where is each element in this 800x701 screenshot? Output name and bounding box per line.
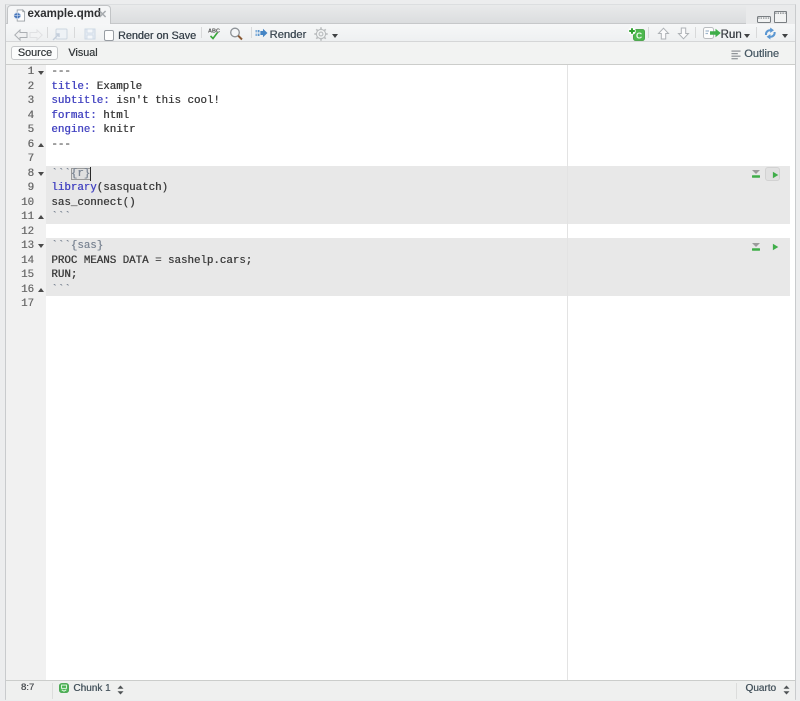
svg-text:C: C [636, 30, 642, 40]
svg-text:ABC: ABC [208, 28, 220, 34]
